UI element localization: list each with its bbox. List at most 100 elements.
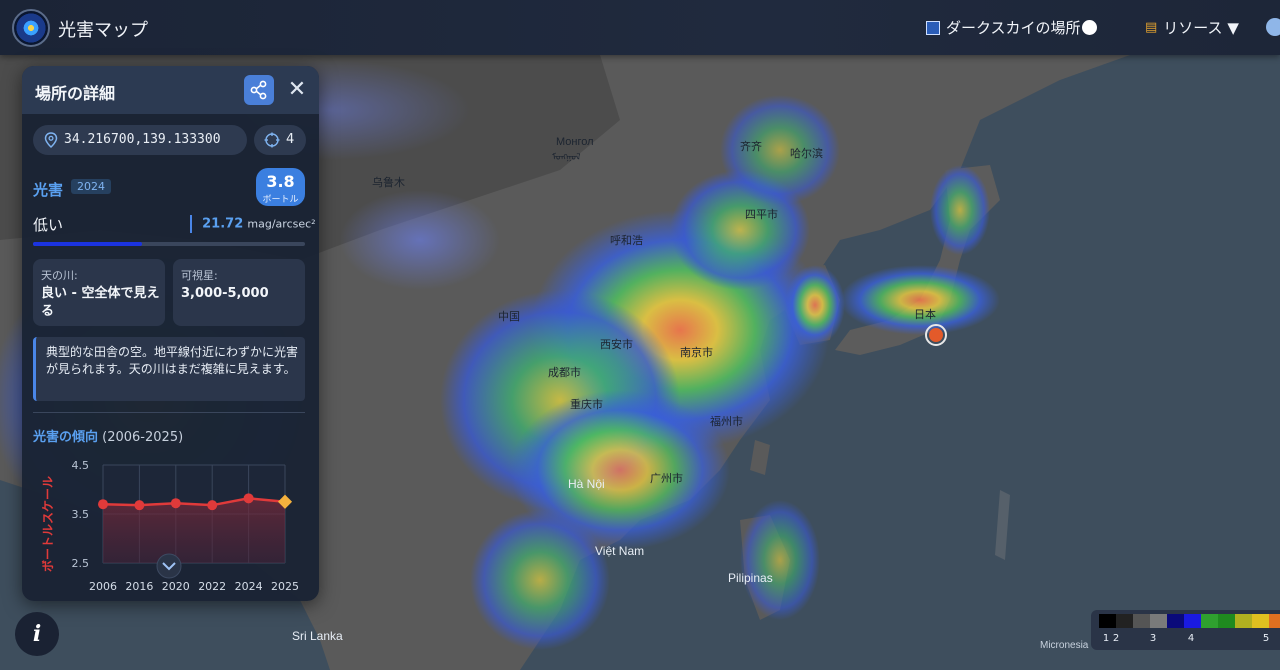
location-pin-icon xyxy=(44,132,58,148)
label-china: 中国 xyxy=(498,310,520,323)
label-micronesia: Micronesia xyxy=(1040,640,1089,651)
panel-title: 場所の詳細 xyxy=(35,84,116,103)
resources-menu[interactable]: ▤ リソース ▼ xyxy=(1145,17,1239,38)
trend-area xyxy=(103,498,285,563)
trend-title-label: 光害の傾向 xyxy=(33,430,99,445)
coordinates-field[interactable]: 34.216700,139.133300 xyxy=(33,125,247,155)
trend-point[interactable] xyxy=(243,493,254,504)
brightness-bar-fill xyxy=(33,242,142,246)
legend-swatch xyxy=(1133,614,1150,628)
trend-point[interactable] xyxy=(170,498,181,509)
legend-swatch xyxy=(1167,614,1184,628)
legend-tick: 5 xyxy=(1263,633,1269,644)
share-icon xyxy=(250,80,267,100)
pollution-level: 低い xyxy=(33,216,64,234)
crosshair-icon xyxy=(264,132,280,148)
info-icon: i xyxy=(32,621,42,647)
chart-y-axis-label: ボートルスケール xyxy=(40,476,55,572)
visible-stars-value: 3,000-5,000 xyxy=(181,286,269,301)
expand-button[interactable] xyxy=(156,553,182,579)
label-vietnam: Việt Nam xyxy=(595,544,644,558)
label-chongqing: 重庆市 xyxy=(570,397,603,411)
label-nanjing: 南京市 xyxy=(680,345,713,359)
bortle-badge: 3.8 ボートル xyxy=(256,168,305,206)
coordinates-text: 34.216700,139.133300 xyxy=(64,132,221,147)
label-mongolia-script: ᠮᠣᠩᠭᠣᠯ xyxy=(552,152,581,162)
x-tick-label: 2020 xyxy=(162,580,190,593)
globe-icon[interactable] xyxy=(1266,18,1280,36)
legend-swatch xyxy=(1235,614,1252,628)
bortle-legend: 12 3 4 5 xyxy=(1091,610,1280,650)
visible-stars-key: 可視星: xyxy=(181,269,218,282)
label-guangzhou: 广州市 xyxy=(650,471,683,485)
mag-unit: mag/arcsec² xyxy=(247,217,316,231)
label-harbin: 哈尔滨 xyxy=(790,146,823,160)
legend-swatch xyxy=(1218,614,1235,628)
legend-swatch xyxy=(1269,614,1280,628)
info-button[interactable]: i xyxy=(15,612,59,656)
y-tick-label: 3.5 xyxy=(72,508,90,521)
legend-swatch xyxy=(1184,614,1201,628)
year-badge: 2024 xyxy=(71,179,111,194)
share-button[interactable] xyxy=(244,75,274,105)
legend-swatch xyxy=(1201,614,1218,628)
milky-way-key: 天の川: xyxy=(41,269,78,282)
top-bar: 光害マップ ダークスカイの場所 ▤ リソース ▼ xyxy=(0,0,1280,55)
resources-label: リソース ▼ xyxy=(1163,19,1239,37)
label-siping: 四平市 xyxy=(745,207,778,221)
x-tick-label: 2022 xyxy=(198,580,226,593)
zoom-level-pill[interactable]: 4 xyxy=(254,125,306,155)
trend-point[interactable] xyxy=(98,499,108,510)
description-text: 典型的な田舎の空。地平線付近にわずかに光害が見られます。天の川はまだ複雑に見えま… xyxy=(46,345,299,376)
app-logo[interactable] xyxy=(12,9,50,47)
legend-swatch xyxy=(1252,614,1269,628)
zoom-level-text: 4 xyxy=(286,132,295,147)
label-fuzhou: 福州市 xyxy=(710,414,743,428)
label-qiqi: 齐齐 xyxy=(740,139,762,153)
legend-tick: 3 xyxy=(1150,633,1156,644)
light-pollution-label: 光害 xyxy=(33,181,64,199)
sky-description: 典型的な田舎の空。地平線付近にわずかに光害が見られます。天の川はまだ複雑に見えま… xyxy=(33,337,305,401)
label-xian: 西安市 xyxy=(600,337,633,351)
legend-tick: 4 xyxy=(1188,633,1194,644)
milky-way-card: 天の川: 良い - 空全体で見える xyxy=(33,259,165,326)
chart-icon xyxy=(926,20,940,35)
dark-sky-places-link[interactable]: ダークスカイの場所 xyxy=(926,17,1081,38)
label-pilipinas: Pilipinas xyxy=(728,571,773,585)
trend-chart: ボートルスケール 4.5 3.5 2.5 2006 2016 2020 2022 2024 20… xyxy=(40,459,299,593)
bortle-value: 3.8 xyxy=(266,172,295,191)
app-title[interactable]: 光害マップ xyxy=(58,16,148,42)
y-tick-label: 2.5 xyxy=(72,557,90,570)
trend-title: 光害の傾向 (2006-2025) xyxy=(33,426,183,445)
location-details-panel: 場所の詳細 ✕ 34.216700,139.133300 4 光害 2024 3… xyxy=(22,66,319,601)
x-tick-label: 2025 xyxy=(271,580,299,593)
bortle-unit: ボートル xyxy=(262,195,299,205)
legend-swatch xyxy=(1150,614,1167,628)
divider xyxy=(33,412,305,413)
milky-way-value: 良い - 空全体で見える xyxy=(41,286,160,319)
brightness-bar xyxy=(33,242,305,246)
close-icon: ✕ xyxy=(287,77,307,102)
close-button[interactable]: ✕ xyxy=(284,77,310,103)
trend-point[interactable] xyxy=(207,500,218,511)
legend-tick: 1 xyxy=(1103,633,1109,644)
label-urumqi: 乌鲁木 xyxy=(372,175,405,189)
panel-header: 場所の詳細 ✕ xyxy=(22,66,319,114)
label-srilanka: Sri Lanka xyxy=(292,629,343,643)
label-japan: 日本 xyxy=(914,307,936,321)
trend-range: (2006-2025) xyxy=(102,430,184,445)
trend-point[interactable] xyxy=(134,500,145,511)
y-tick-label: 4.5 xyxy=(72,459,90,472)
label-chengdu: 成都市 xyxy=(548,365,581,379)
legend-tick: 2 xyxy=(1113,633,1119,644)
x-tick-label: 2024 xyxy=(235,580,263,593)
legend-swatch xyxy=(1116,614,1133,628)
x-tick-label: 2006 xyxy=(89,580,117,593)
x-tick-label: 2016 xyxy=(125,580,153,593)
dark-sky-toggle[interactable] xyxy=(1082,20,1097,35)
books-icon: ▤ xyxy=(1145,20,1158,35)
mag-value: 21.72 xyxy=(202,216,244,232)
label-mongolia: Монгол xyxy=(556,136,594,148)
location-marker[interactable] xyxy=(925,324,947,346)
visible-stars-card: 可視星: 3,000-5,000 xyxy=(173,259,305,326)
